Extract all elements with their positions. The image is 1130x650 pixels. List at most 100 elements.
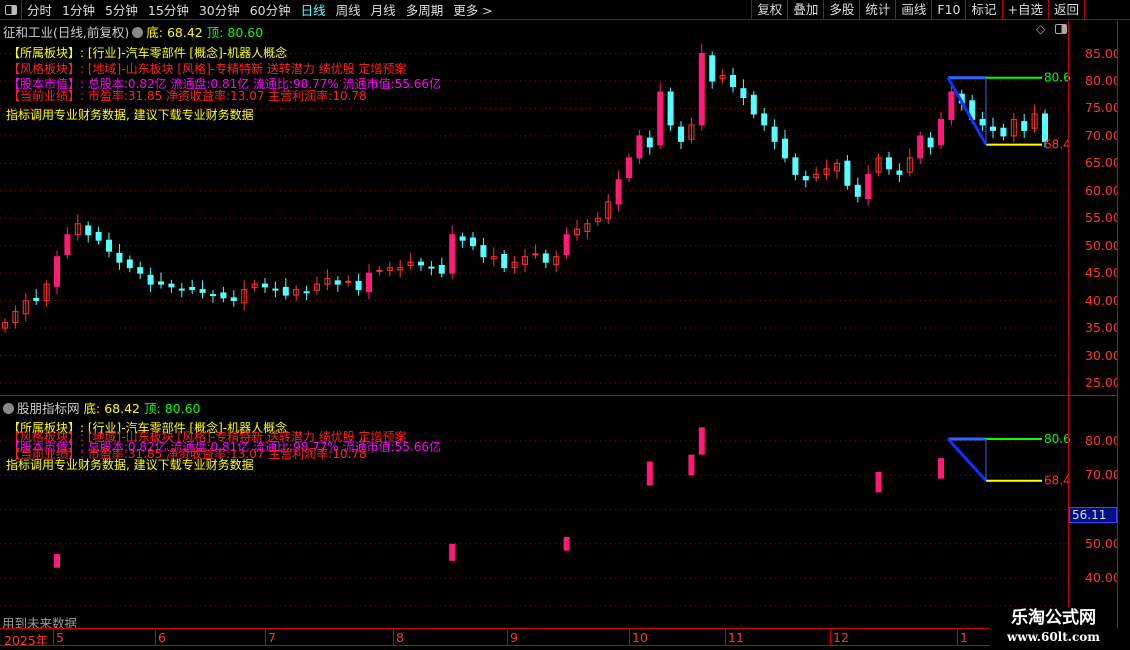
candle-body: [646, 137, 653, 148]
style-label: 【风格板块】:: [8, 61, 85, 76]
candle-body: [158, 281, 164, 285]
price-tick-label: 25.00: [1085, 374, 1121, 390]
candle-body: [428, 266, 435, 269]
price-tick-label: 65.00: [1085, 155, 1121, 171]
watermark-logo: 乐淘公式网 www.60lt.com: [990, 607, 1117, 647]
candle-body: [334, 280, 341, 285]
indicator-tick-label: 50.00: [1085, 535, 1121, 551]
candle-body: [106, 239, 112, 252]
candle-body: [771, 126, 778, 142]
candle-body: [782, 138, 788, 159]
bottom-line-label: 68.4: [1044, 474, 1071, 488]
signal-bar: [688, 454, 695, 476]
candle-body: [33, 297, 40, 302]
signal-bar: [938, 458, 944, 479]
candle-body: [470, 237, 476, 247]
candle-body: [1000, 127, 1007, 137]
candle-body: [210, 294, 216, 297]
candle-body: [418, 261, 424, 266]
candle-body: [366, 272, 372, 293]
price-tick-label: 80.00: [1085, 73, 1121, 88]
candle-body: [480, 245, 487, 258]
candle-body: [303, 291, 310, 294]
candle-body: [938, 118, 944, 146]
signal-bar: [875, 471, 882, 493]
top-line-label: 80.6: [1044, 71, 1071, 85]
candle-body: [740, 88, 747, 98]
signal-bar: [563, 536, 570, 551]
candle-body: [501, 253, 508, 269]
candle-body: [896, 170, 903, 175]
top-value: 80.60: [164, 401, 201, 416]
candle-body: [792, 157, 799, 175]
candle-body: [886, 157, 892, 170]
candle-body: [990, 126, 996, 131]
date-label: 8: [393, 630, 404, 646]
candle-body: [927, 137, 934, 148]
bottom-line-label: 68.4: [1044, 138, 1071, 152]
signal-bar: [646, 461, 653, 486]
price-tick-label: 60.00: [1085, 182, 1121, 198]
candle-body: [85, 225, 92, 236]
candle-body: [220, 292, 227, 299]
candle-body: [750, 94, 757, 115]
candle-body: [1021, 121, 1028, 131]
indicator-header: 股朋指标网 底: 68.42 顶: 80.60: [3, 398, 200, 417]
candle-body: [116, 252, 123, 263]
price-tick-label: 85.00: [1085, 45, 1121, 61]
candle-body: [282, 286, 289, 296]
chevron-down-icon[interactable]: [3, 403, 14, 414]
side-info-strip[interactable]: [1117, 21, 1130, 628]
date-axis: 2025年 5 6 7 8 9 10 11 12 1: [0, 628, 1117, 648]
candle-body: [854, 184, 861, 197]
date-label: 2025年: [4, 633, 49, 648]
candle-body: [64, 234, 71, 255]
candle-body: [948, 91, 955, 120]
candle-body: [189, 286, 196, 291]
candle-body: [615, 179, 622, 205]
candle-body: [126, 259, 133, 269]
date-label: 11: [725, 630, 744, 646]
candle-body: [178, 288, 185, 291]
panel-divider[interactable]: [0, 395, 1130, 396]
notice-text: 指标调用专业财务数据, 建议下载专业财务数据: [6, 458, 254, 472]
indicator-tick-label: 70.00: [1085, 467, 1121, 483]
notice-text: 指标调用专业财务数据, 建议下载专业财务数据: [6, 108, 254, 122]
bottom-value: 68.42: [104, 401, 140, 416]
date-label: 6: [155, 630, 166, 646]
price-tick-label: 50.00: [1085, 237, 1121, 253]
indicator-title: 股朋指标网: [17, 401, 80, 416]
top-line-label: 80.6: [1044, 432, 1071, 446]
bottom-label: 底:: [83, 401, 101, 416]
candle-body: [262, 283, 268, 288]
info-block-lower: 【所属板块】: [行业]-汽车零部件 [概念]-机器人概念 【风格板块】: [地…: [8, 421, 441, 462]
candle-body: [438, 264, 445, 274]
candle-body: [355, 280, 362, 291]
candle-body: [54, 256, 60, 287]
candle-body: [459, 236, 466, 241]
candle-body: [272, 288, 279, 291]
signal-bar: [54, 554, 60, 568]
price-tick-label: 30.00: [1085, 347, 1121, 363]
candle-body: [376, 269, 383, 272]
diagonal-line: [946, 437, 988, 482]
candle-body: [137, 267, 144, 274]
candle-body: [761, 113, 768, 126]
candle-body: [678, 126, 684, 142]
date-label: 12: [830, 630, 849, 646]
candle-body: [636, 135, 643, 159]
indicator-tick-label: 40.00: [1085, 570, 1121, 585]
candle-body: [844, 160, 851, 186]
signal-bar: [698, 427, 705, 455]
price-tick-label: 35.00: [1085, 320, 1121, 336]
date-label: 5: [53, 630, 64, 646]
date-label: 7: [265, 630, 276, 646]
price-tick-label: 75.00: [1085, 100, 1121, 116]
candle-body: [802, 176, 809, 181]
date-label: 9: [507, 630, 518, 646]
candle-body: [449, 234, 456, 274]
candle-body: [698, 53, 705, 126]
price-tick-label: 70.00: [1085, 127, 1121, 143]
date-label: 10: [629, 630, 648, 646]
candle-body: [230, 297, 237, 302]
